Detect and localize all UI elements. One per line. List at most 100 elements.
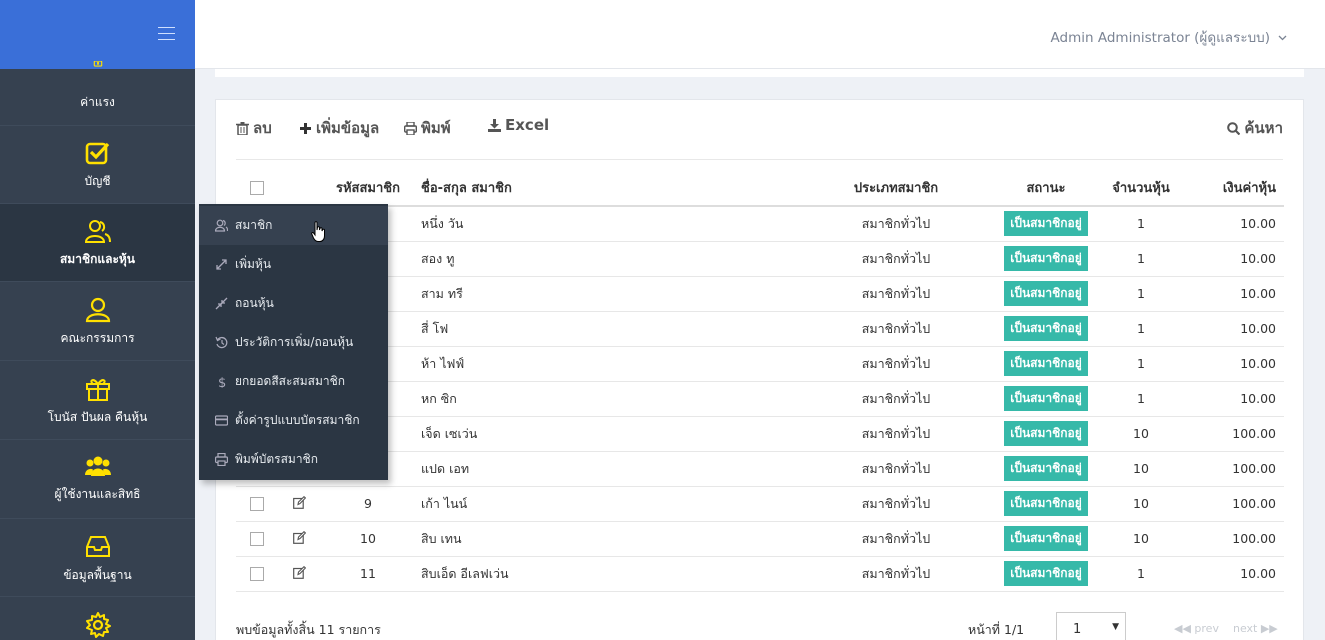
delete-button[interactable]: ลบ	[236, 116, 272, 140]
submenu-item-print-card[interactable]: พิมพ์บัตรสมาชิก	[199, 440, 388, 479]
status-badge: เป็นสมาชิกอยู่	[1004, 421, 1088, 446]
search-button[interactable]: ค้นหา	[1227, 116, 1283, 140]
total-count: พบข้อมูลทั้งสิ้น 11 รายการ	[236, 622, 381, 637]
table-row[interactable]: 10 สิบ เทน สมาชิกทั่วไป เป็นสมาชิกอยู่ 10 100…	[236, 521, 1284, 557]
submenu-item-label: เพิ่มหุ้น	[235, 257, 272, 271]
search-label: ค้นหา	[1244, 119, 1283, 137]
sidebar-item-users-permissions[interactable]: ผู้ใช้งานและสิทธิ	[0, 440, 195, 519]
sidebar-item-account[interactable]: บัญชี	[0, 126, 195, 204]
sidebar-item-wage[interactable]: ค่าแรง	[0, 47, 195, 126]
table-row[interactable]: สาม ทรี สมาชิกทั่วไป เป็นสมาชิกอยู่ 1 10.00	[236, 276, 1284, 312]
status-badge: เป็นสมาชิกอยู่	[1004, 561, 1088, 586]
col-member-type[interactable]: ประเภทสมาชิก	[796, 170, 996, 207]
share-amount: 100.00	[1186, 486, 1284, 522]
next-link[interactable]: next ▶▶	[1233, 622, 1278, 635]
status-cell: เป็นสมาชิกอยู่	[996, 241, 1096, 277]
user-menu[interactable]: Admin Administrator (ผู้ดูแลระบบ)	[1051, 26, 1287, 48]
member-name: สาม ทรี	[416, 276, 796, 312]
share-amount: 10.00	[1186, 276, 1284, 312]
hamburger-menu-icon[interactable]	[158, 27, 175, 41]
submenu-item-add-shares[interactable]: เพิ่มหุ้น	[199, 245, 388, 284]
status-badge: เป็นสมาชิกอยู่	[1004, 316, 1088, 341]
compress-icon	[215, 297, 228, 310]
share-count: 10	[1096, 451, 1186, 487]
sidebar-item-label: ผู้ใช้งานและสิทธิ	[54, 487, 141, 501]
row-select-cell	[236, 521, 278, 557]
submenu-item-members[interactable]: สมาชิก	[199, 206, 388, 245]
sidebar-item-members-shares[interactable]: สมาชิกและหุ้น	[0, 204, 195, 282]
share-amount: 10.00	[1186, 556, 1284, 592]
table-row[interactable]: เจ็ด เซเว่น สมาชิกทั่วไป เป็นสมาชิกอยู่ 10 1…	[236, 416, 1284, 452]
member-name: เก้า ไนน์	[416, 486, 796, 522]
col-member-name[interactable]: ชื่อ-สกุล สมาชิก	[416, 170, 796, 207]
table-row[interactable]: สอง ทู สมาชิกทั่วไป เป็นสมาชิกอยู่ 1 10.00	[236, 241, 1284, 277]
table-row[interactable]: 11 สิบเอ็ด อีเลฟเว่น สมาชิกทั่วไป เป็นสมาชิ…	[236, 556, 1284, 592]
edit-icon[interactable]	[292, 495, 306, 509]
member-id: 11	[320, 556, 416, 592]
submenu-item-label: พิมพ์บัตรสมาชิก	[235, 452, 318, 466]
row-select-cell	[236, 486, 278, 522]
caret-down-icon: ▼	[1112, 622, 1119, 632]
submenu-item-withdraw-shares[interactable]: ถอนหุ้น	[199, 284, 388, 323]
select-all-checkbox[interactable]	[250, 180, 264, 195]
user-icon	[0, 297, 195, 323]
row-checkbox[interactable]	[250, 567, 264, 582]
prev-link[interactable]: ◀◀ prev	[1174, 622, 1219, 635]
search-icon	[1227, 121, 1241, 135]
row-checkbox[interactable]	[250, 497, 264, 512]
gear-icon	[0, 612, 195, 638]
submenu-item-card-settings[interactable]: ตั้งค่ารูปแบบบัตรสมาชิก	[199, 401, 388, 440]
table-row[interactable]: หนึ่ง วัน สมาชิกทั่วไป เป็นสมาชิกอยู่ 1 10.0…	[236, 206, 1284, 242]
inbox-icon	[0, 533, 195, 559]
col-shares[interactable]: จำนวนหุ้น	[1096, 170, 1186, 207]
status-badge: เป็นสมาชิกอยู่	[1004, 386, 1088, 411]
member-name: สิบ เทน	[416, 521, 796, 557]
users-icon	[0, 218, 195, 244]
member-type: สมาชิกทั่วไป	[796, 381, 996, 417]
row-edit-cell	[278, 486, 320, 522]
status-badge: เป็นสมาชิกอยู่	[1004, 246, 1088, 271]
member-type: สมาชิกทั่วไป	[796, 486, 996, 522]
sidebar-item-committee[interactable]: คณะกรรมการ	[0, 283, 195, 361]
member-name: สี่ โฟ	[416, 311, 796, 347]
edit-icon[interactable]	[292, 565, 306, 579]
sidebar-item-settings[interactable]	[0, 598, 195, 640]
status-badge: เป็นสมาชิกอยู่	[1004, 526, 1088, 551]
print-icon	[404, 121, 417, 135]
page-info: หน้าที่ 1/1	[968, 622, 1025, 637]
table-header-row: รหัสสมาชิก ชื่อ-สกุล สมาชิก ประเภทสมาชิก…	[236, 170, 1284, 207]
submenu-item-carry-forward[interactable]: $ ยกยอดสีสะสมสมาชิก	[199, 362, 388, 401]
share-count: 1	[1096, 556, 1186, 592]
col-amount[interactable]: เงินค่าหุ้น	[1186, 170, 1284, 207]
row-checkbox[interactable]	[250, 532, 264, 547]
page-select[interactable]: 1 ▼	[1056, 612, 1126, 640]
edit-icon[interactable]	[292, 530, 306, 544]
table-row[interactable]: แปด เอท สมาชิกทั่วไป เป็นสมาชิกอยู่ 10 100.0…	[236, 451, 1284, 487]
submenu-item-label: สมาชิก	[235, 218, 273, 232]
table-row[interactable]: 9 เก้า ไนน์ สมาชิกทั่วไป เป็นสมาชิกอยู่ 10 10…	[236, 486, 1284, 522]
table-row[interactable]: สี่ โฟ สมาชิกทั่วไป เป็นสมาชิกอยู่ 1 10.00	[236, 311, 1284, 347]
submenu-item-label: ประวัติการเพิ่ม/ถอนหุ้น	[235, 335, 354, 349]
sidebar-item-master-data[interactable]: ข้อมูลพื้นฐาน	[0, 519, 195, 597]
select-all-cell	[236, 170, 278, 207]
share-amount: 100.00	[1186, 416, 1284, 452]
add-button[interactable]: เพิ่มข้อมูล	[299, 116, 379, 140]
members-table: รหัสสมาชิก ชื่อ-สกุล สมาชิก ประเภทสมาชิก…	[236, 170, 1284, 592]
print-button[interactable]: พิมพ์	[404, 116, 451, 140]
row-edit-cell	[278, 521, 320, 557]
status-badge: เป็นสมาชิกอยู่	[1004, 211, 1088, 237]
gift-icon	[0, 376, 195, 402]
table-row[interactable]: หก ซิก สมาชิกทั่วไป เป็นสมาชิกอยู่ 1 10.00	[236, 381, 1284, 417]
col-member-id[interactable]: รหัสสมาชิก	[320, 170, 416, 207]
submenu-item-share-history[interactable]: ประวัติการเพิ่ม/ถอนหุ้น	[199, 323, 388, 362]
table-row[interactable]: ห้า ไฟฟ์ สมาชิกทั่วไป เป็นสมาชิกอยู่ 1 10.00	[236, 346, 1284, 382]
toolbar: ลบ เพิ่มข้อมูล พิมพ์ Excel ค้นหา	[236, 112, 1283, 142]
share-amount: 10.00	[1186, 241, 1284, 277]
excel-button[interactable]: Excel	[488, 116, 549, 134]
toolbar-divider	[236, 159, 1283, 160]
member-type: สมาชิกทั่วไป	[796, 206, 996, 242]
dollar-icon: $	[218, 376, 226, 388]
sidebar-item-label: สมาชิกและหุ้น	[59, 252, 136, 266]
sidebar-item-bonus[interactable]: โบนัส ปันผล คืนหุ้น	[0, 362, 195, 440]
col-status[interactable]: สถานะ	[996, 170, 1096, 207]
